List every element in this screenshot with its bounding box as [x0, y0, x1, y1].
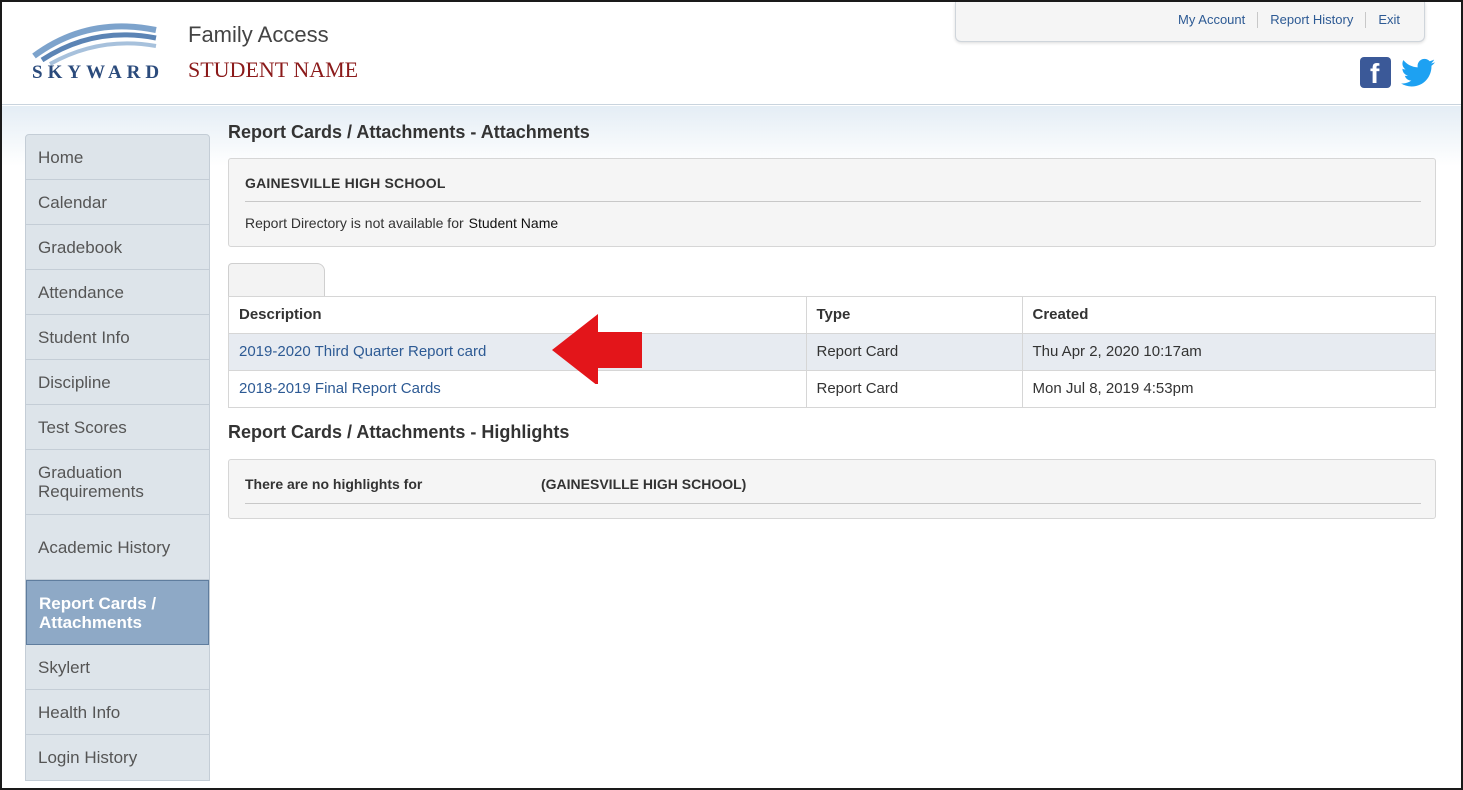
- sidebar-item-graduation-requirements[interactable]: Graduation Requirements: [26, 450, 209, 515]
- sidebar-item-attendance[interactable]: Attendance: [26, 270, 209, 315]
- sidebar-item-health-info[interactable]: Health Info: [26, 690, 209, 735]
- sidebar-item-academic-history[interactable]: Academic History: [26, 515, 209, 580]
- column-header-created[interactable]: Created: [1022, 297, 1435, 334]
- sidebar-item-home[interactable]: Home: [26, 135, 209, 180]
- sidebar-item-report-cards[interactable]: Report Cards / Attachments: [26, 580, 209, 645]
- row-type-cell: Report Card: [806, 333, 1023, 371]
- sidebar-item-gradebook[interactable]: Gradebook: [26, 225, 209, 270]
- app-title: Family Access: [188, 22, 329, 47]
- directory-message-text: Report Directory is not available for: [245, 215, 464, 231]
- social-links: f: [1360, 57, 1435, 89]
- directory-message: Report Directory is not available for Stu…: [245, 215, 558, 231]
- report-card-link[interactable]: 2018-2019 Final Report Cards: [239, 380, 441, 397]
- attachments-section-title: Report Cards / Attachments - Attachments: [228, 122, 590, 142]
- attachments-table: Description Type Created 2019-2020 Third…: [228, 296, 1436, 408]
- highlights-school: (GAINESVILLE HIGH SCHOOL): [541, 476, 747, 492]
- student-name: STUDENT NAME: [188, 57, 359, 82]
- row-description-cell: 2019-2020 Third Quarter Report card: [229, 333, 807, 371]
- sidebar-item-login-history[interactable]: Login History: [26, 735, 209, 780]
- row-created-cell: Thu Apr 2, 2020 10:17am: [1022, 333, 1435, 371]
- sidebar-item-student-info[interactable]: Student Info: [26, 315, 209, 360]
- highlights-panel: There are no highlights for (GAINESVILLE…: [228, 459, 1436, 519]
- row-type-cell: Report Card: [806, 370, 1023, 407]
- column-header-description[interactable]: Description: [229, 297, 807, 334]
- sidebar-item-skylert[interactable]: Skylert: [26, 645, 209, 690]
- school-info-panel: GAINESVILLE HIGH SCHOOL Report Directory…: [228, 158, 1436, 247]
- row-created-cell: Mon Jul 8, 2019 4:53pm: [1032, 380, 1194, 398]
- report-history-link[interactable]: Report History: [1257, 12, 1365, 28]
- twitter-icon[interactable]: [1401, 58, 1435, 88]
- divider: [245, 201, 1421, 202]
- report-card-link[interactable]: 2019-2020 Third Quarter Report card: [239, 343, 486, 360]
- divider: [245, 503, 1421, 504]
- sidebar-item-calendar[interactable]: Calendar: [26, 180, 209, 225]
- sidebar-item-discipline[interactable]: Discipline: [26, 360, 209, 405]
- browser-frame: SKYWARD Family Access STUDENT NAME My Ac…: [0, 0, 1463, 790]
- table-row: 2019-2020 Third Quarter Report card Repo…: [229, 333, 1435, 371]
- sidebar-item-test-scores[interactable]: Test Scores: [26, 405, 209, 450]
- row-description-cell: 2018-2019 Final Report Cards: [229, 370, 807, 407]
- facebook-icon[interactable]: f: [1360, 57, 1391, 89]
- table-row: 2018-2019 Final Report Cards Report Card…: [229, 370, 1435, 407]
- column-header-type[interactable]: Type: [806, 297, 1023, 334]
- sidebar-nav: Home Calendar Gradebook Attendance Stude…: [25, 134, 210, 781]
- highlights-section-title: Report Cards / Attachments - Highlights: [228, 422, 570, 442]
- header: SKYWARD Family Access STUDENT NAME My Ac…: [2, 2, 1461, 105]
- skyward-logo-text: SKYWARD: [32, 62, 165, 83]
- my-account-link[interactable]: My Account: [1166, 12, 1257, 28]
- highlights-message: There are no highlights for: [245, 476, 423, 492]
- table-header-row: Description Type Created: [229, 297, 1435, 334]
- red-arrow-annotation: [552, 314, 642, 384]
- top-links-bar: My Account Report History Exit: [955, 2, 1425, 42]
- directory-student-name: Student Name: [468, 215, 559, 231]
- attachments-tab[interactable]: [228, 263, 325, 297]
- content-area: Home Calendar Gradebook Attendance Stude…: [2, 106, 1461, 788]
- exit-link[interactable]: Exit: [1365, 12, 1412, 28]
- school-name: GAINESVILLE HIGH SCHOOL: [245, 175, 446, 191]
